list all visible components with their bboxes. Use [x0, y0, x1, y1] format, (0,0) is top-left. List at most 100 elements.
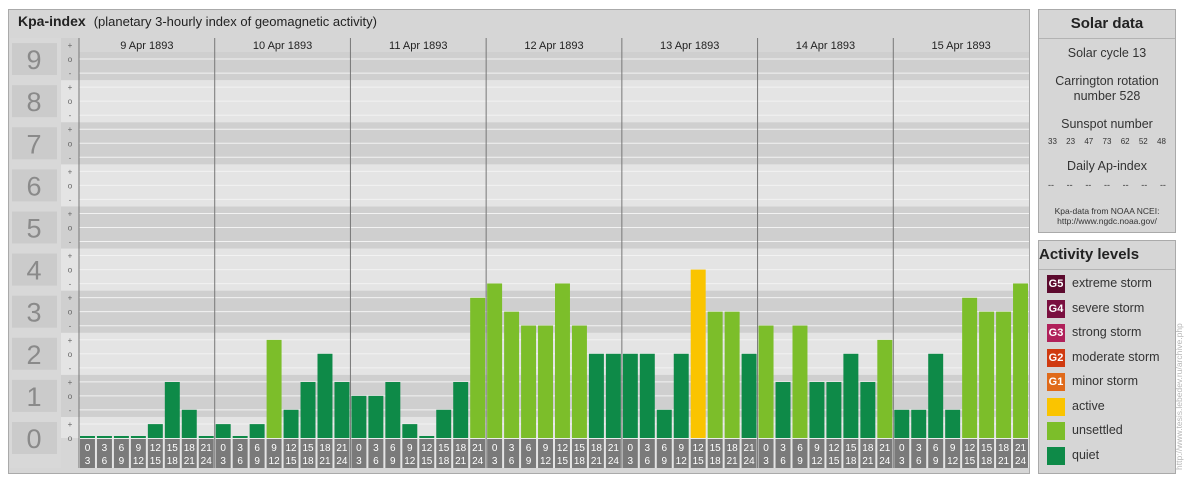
slot-end-label: 18 [167, 456, 179, 467]
slot-start-label: 0 [220, 443, 226, 454]
y-minor-label: o [68, 55, 73, 64]
solar-data-title: Solar data [1039, 10, 1175, 39]
sunspot-value: 47 [1084, 137, 1094, 146]
slot-end-label: 24 [608, 456, 620, 467]
kp-bar [351, 395, 367, 438]
y-minor-label: - [69, 195, 72, 204]
slot-start-label: 18 [455, 443, 467, 454]
slot-end-label: 9 [661, 456, 667, 467]
slot-end-label: 24 [744, 456, 756, 467]
kp-bar [419, 436, 435, 438]
slot-start-label: 0 [356, 443, 362, 454]
slot-end-label: 24 [336, 456, 348, 467]
sunspot-value: 33 [1048, 137, 1057, 146]
y-tick-label: 2 [26, 340, 41, 370]
kp-bar [487, 283, 503, 438]
slot-end-label: 21 [184, 456, 196, 467]
y-minor-label: + [68, 420, 73, 429]
y-minor-label: - [69, 280, 72, 289]
level-swatch: G3 [1047, 324, 1065, 342]
slot-end-label: 12 [540, 456, 552, 467]
slot-start-label: 9 [678, 443, 684, 454]
slot-end-label: 12 [811, 456, 823, 467]
slot-end-label: 21 [862, 456, 874, 467]
slot-end-label: 12 [133, 456, 145, 467]
slot-start-label: 9 [950, 443, 956, 454]
y-tick-label: 4 [26, 256, 41, 286]
y-minor-label: - [69, 322, 72, 331]
kp-bar [809, 382, 825, 438]
slot-end-label: 9 [119, 456, 125, 467]
kp-bar [402, 424, 418, 438]
kp-bar [1013, 283, 1028, 438]
slot-start-label: 3 [916, 443, 922, 454]
level-label: extreme storm [1072, 276, 1152, 290]
slot-end-label: 9 [390, 456, 396, 467]
slot-start-label: 21 [201, 443, 213, 454]
kp-bar [758, 325, 774, 438]
slot-end-label: 15 [828, 456, 840, 467]
slot-start-label: 21 [879, 443, 891, 454]
slot-end-label: 6 [645, 456, 651, 467]
day-label: 12 Apr 1893 [524, 40, 583, 52]
kp-bar [521, 325, 537, 438]
slot-start-label: 9 [407, 443, 413, 454]
slot-end-label: 3 [85, 456, 91, 467]
slot-start-label: 18 [998, 443, 1010, 454]
slot-start-label: 3 [780, 443, 786, 454]
sunspot-label: Sunspot number [1061, 117, 1153, 131]
slot-start-label: 12 [150, 443, 162, 454]
day-label: 14 Apr 1893 [796, 40, 855, 52]
slot-end-label: 3 [628, 456, 634, 467]
slot-start-label: 15 [710, 443, 722, 454]
kp-bar [911, 409, 927, 438]
slot-end-label: 6 [916, 456, 922, 467]
slot-start-label: 18 [184, 443, 196, 454]
kp-bar [877, 339, 893, 438]
y-minor-label: o [68, 266, 73, 275]
ap-index-values: -- -- -- -- -- -- -- [1039, 180, 1175, 190]
y-minor-label: o [68, 308, 73, 317]
slot-end-label: 9 [254, 456, 260, 467]
y-minor-label: + [68, 336, 73, 345]
kp-bar [962, 297, 978, 438]
slot-end-label: 15 [285, 456, 297, 467]
slot-end-label: 21 [727, 456, 739, 467]
slot-start-label: 12 [828, 443, 840, 454]
slot-start-label: 12 [693, 443, 705, 454]
ap-value: -- [1103, 180, 1110, 190]
day-label: 9 Apr 1893 [120, 40, 173, 52]
ap-value: -- [1085, 180, 1092, 190]
slot-end-label: 21 [319, 456, 331, 467]
slot-start-label: 15 [302, 443, 314, 454]
kp-bar [232, 436, 248, 438]
kp-bar [147, 424, 163, 438]
slot-start-label: 21 [608, 443, 620, 454]
y-tick-label: 6 [26, 171, 41, 201]
ap-index-label: Daily Ap-index [1067, 159, 1147, 173]
sunspot-value: 73 [1102, 137, 1112, 146]
kp-bar [741, 353, 757, 438]
slot-end-label: 15 [557, 456, 569, 467]
sunspot-value: 23 [1066, 137, 1076, 146]
y-minor-label: - [69, 153, 72, 162]
slot-start-label: 15 [167, 443, 179, 454]
slot-end-label: 6 [102, 456, 108, 467]
level-swatch [1047, 397, 1065, 416]
sunspot-value: 52 [1138, 137, 1148, 146]
slot-end-label: 21 [455, 456, 467, 467]
slot-end-label: 9 [797, 456, 803, 467]
slot-start-label: 18 [319, 443, 331, 454]
level-label: moderate storm [1072, 349, 1160, 364]
kp-bar [130, 436, 146, 438]
kp-bar [792, 325, 808, 438]
kp-bar [504, 311, 520, 438]
kp-bar [249, 424, 265, 438]
y-minor-label: - [69, 111, 72, 120]
slot-end-label: 18 [438, 456, 450, 467]
slot-end-label: 12 [947, 456, 959, 467]
kp-bar [266, 339, 282, 438]
carrington-line1: Carrington rotation [1055, 74, 1159, 88]
slot-end-label: 6 [373, 456, 379, 467]
kp-bar [368, 395, 384, 438]
